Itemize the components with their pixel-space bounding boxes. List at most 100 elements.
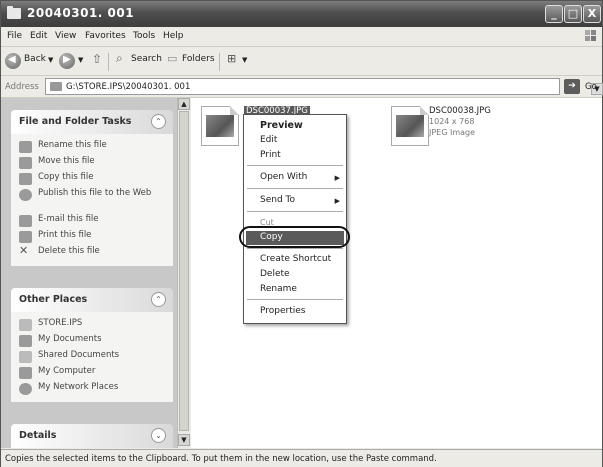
task-pane: File and Folder Tasks ⌃ Rename this file…: [1, 98, 177, 448]
menu-item-properties[interactable]: Properties: [260, 306, 305, 316]
menu-item-delete[interactable]: Delete: [260, 269, 290, 279]
task-copy[interactable]: Copy this file: [19, 172, 167, 188]
file-folder-tasks-panel: File and Folder Tasks ⌃ Rename this file…: [11, 110, 173, 266]
task-label: Copy this file: [38, 172, 94, 182]
toolbar-separator: [108, 53, 109, 71]
menu-item-rename[interactable]: Rename: [260, 284, 297, 294]
menu-item-send-to[interactable]: Send To: [260, 195, 295, 205]
rename-icon: [19, 141, 32, 153]
address-bar: Address G:\STORE.IPS\20040301. 001 ▼ ➔ G…: [1, 76, 603, 98]
panel-header[interactable]: Details ⌄: [11, 424, 173, 448]
up-folder-icon[interactable]: ⇧: [92, 52, 102, 66]
title-bar[interactable]: 20040301. 001 _ □ X: [1, 1, 602, 27]
menu-tools[interactable]: Tools: [133, 31, 155, 41]
place-label: My Computer: [38, 366, 96, 376]
printer-icon: [19, 231, 32, 243]
place-my-network-places[interactable]: My Network Places: [19, 382, 167, 398]
toolbar: ◀ Back ▼ ▶ ▼ ⇧ ⌕ Search ▭ Folders ⊞ ▼: [1, 47, 602, 76]
panel-title: Details: [19, 430, 57, 441]
go-arrow-icon[interactable]: ➔: [564, 79, 580, 94]
delete-x-icon: ✕: [19, 244, 29, 257]
search-button[interactable]: Search: [131, 54, 162, 64]
place-my-computer[interactable]: My Computer: [19, 366, 167, 382]
search-icon[interactable]: ⌕: [116, 51, 123, 66]
scroll-up-icon[interactable]: ▲: [178, 98, 190, 110]
task-print[interactable]: Print this file: [19, 230, 167, 246]
panel-title: Other Places: [19, 294, 88, 305]
panel-header[interactable]: File and Folder Tasks ⌃: [11, 110, 173, 134]
menu-separator: [247, 165, 343, 166]
file-thumbnail-dsc00037[interactable]: [201, 106, 239, 146]
back-dropdown-icon[interactable]: ▼: [48, 56, 53, 64]
network-icon: [19, 383, 32, 395]
panel-title: File and Folder Tasks: [19, 116, 132, 127]
move-icon: [19, 157, 32, 169]
task-label: Move this file: [38, 156, 95, 166]
file-dimensions: 1024 x 768: [429, 117, 475, 126]
menu-separator: [247, 299, 343, 300]
forward-dropdown-icon[interactable]: ▼: [78, 56, 83, 64]
scrollbar-thumb[interactable]: [179, 111, 189, 431]
views-icon[interactable]: ⊞: [227, 52, 236, 65]
menu-bar: File Edit View Favorites Tools Help: [1, 27, 602, 47]
task-pane-scrollbar[interactable]: ▲ ▼: [177, 98, 190, 448]
menu-file[interactable]: File: [7, 31, 22, 41]
menu-item-cut[interactable]: Cut: [260, 218, 274, 226]
shared-folder-icon: [19, 351, 32, 363]
menu-item-edit[interactable]: Edit: [260, 135, 277, 145]
email-icon: [19, 215, 32, 227]
file-name-dsc00038[interactable]: DSC00038.JPG: [429, 106, 491, 116]
task-email[interactable]: E-mail this file: [19, 214, 167, 230]
address-label: Address: [5, 82, 39, 92]
menu-edit[interactable]: Edit: [30, 31, 47, 41]
menu-item-preview[interactable]: Preview: [260, 120, 303, 131]
place-my-documents[interactable]: My Documents: [19, 334, 167, 350]
panel-header[interactable]: Other Places ⌃: [11, 288, 173, 312]
minimize-button[interactable]: _: [545, 5, 563, 23]
task-label: Delete this file: [38, 246, 100, 256]
folders-button[interactable]: Folders: [182, 54, 215, 64]
place-shared-documents[interactable]: Shared Documents: [19, 350, 167, 366]
folders-icon[interactable]: ▭: [167, 52, 177, 65]
maximize-button[interactable]: □: [564, 5, 582, 23]
computer-icon: [19, 367, 32, 379]
task-move[interactable]: Move this file: [19, 156, 167, 172]
task-publish[interactable]: Publish this file to the Web: [19, 188, 167, 214]
task-delete[interactable]: ✕ Delete this file: [19, 244, 167, 262]
page-fold: [230, 106, 239, 115]
task-label: Print this file: [38, 230, 92, 240]
menu-item-print[interactable]: Print: [260, 150, 281, 160]
menu-item-create-shortcut[interactable]: Create Shortcut: [260, 254, 331, 264]
collapse-chevron-icon[interactable]: ⌃: [151, 292, 166, 307]
close-button[interactable]: X: [583, 5, 601, 23]
back-button[interactable]: Back: [24, 54, 46, 64]
menu-favorites[interactable]: Favorites: [85, 31, 126, 41]
place-store-ips[interactable]: STORE.IPS: [19, 318, 167, 334]
image-thumbnail-icon: [396, 115, 424, 137]
place-label: STORE.IPS: [38, 318, 83, 328]
menu-help[interactable]: Help: [163, 31, 184, 41]
status-text: Copies the selected items to the Clipboa…: [5, 454, 437, 464]
folder-icon: [50, 82, 62, 91]
address-input[interactable]: G:\STORE.IPS\20040301. 001 ▼: [45, 78, 603, 95]
scroll-down-icon[interactable]: ▼: [178, 434, 190, 446]
folder-icon: [7, 6, 21, 19]
explorer-window: 20040301. 001 _ □ X File Edit View Favor…: [0, 0, 603, 467]
place-label: Shared Documents: [38, 350, 120, 360]
menu-item-open-with[interactable]: Open With: [260, 172, 307, 182]
views-dropdown-icon[interactable]: ▼: [242, 56, 247, 64]
expand-chevron-icon[interactable]: ⌄: [151, 428, 166, 443]
panel-body: Rename this file Move this file Copy thi…: [11, 134, 173, 266]
go-button[interactable]: Go: [585, 82, 597, 92]
collapse-chevron-icon[interactable]: ⌃: [151, 114, 166, 129]
file-thumbnail-dsc00038[interactable]: [391, 106, 429, 146]
task-label: Rename this file: [38, 140, 107, 150]
submenu-arrow-icon: ▶: [334, 174, 340, 182]
image-thumbnail-icon: [206, 115, 234, 137]
menu-separator: [247, 248, 343, 249]
menu-view[interactable]: View: [55, 31, 76, 41]
documents-icon: [19, 335, 32, 347]
forward-arrow-icon[interactable]: ▶: [59, 53, 75, 69]
task-rename[interactable]: Rename this file: [19, 140, 167, 156]
back-arrow-icon[interactable]: ◀: [5, 53, 21, 69]
